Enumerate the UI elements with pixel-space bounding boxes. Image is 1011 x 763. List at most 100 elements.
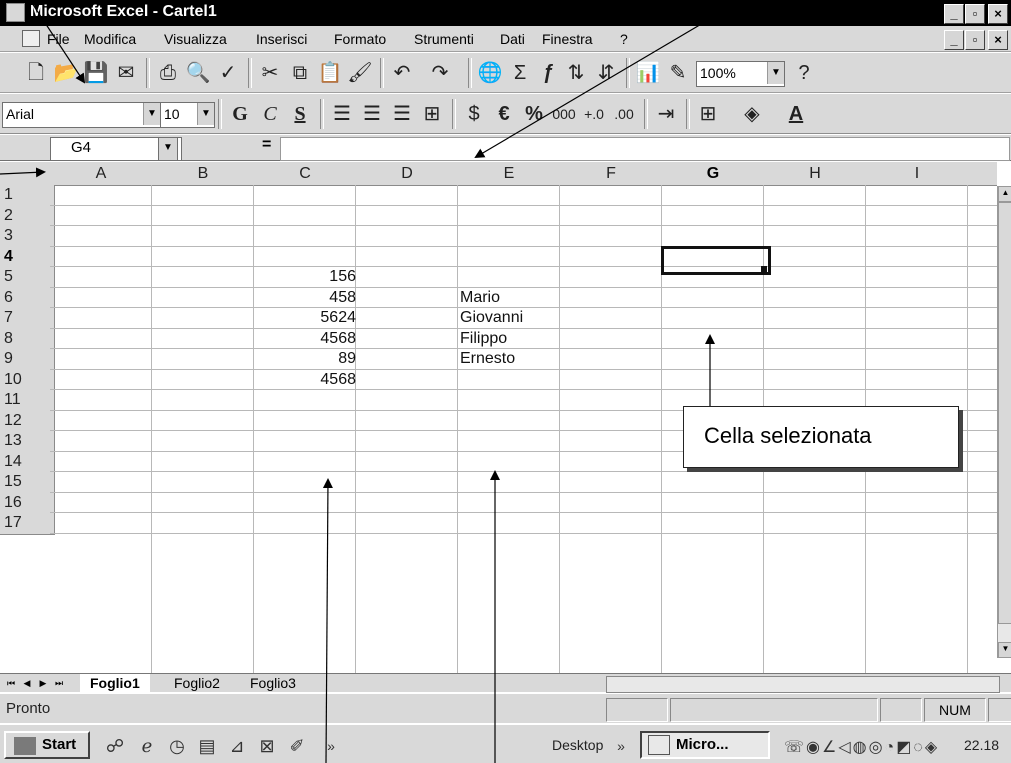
tab-foglio3[interactable]: Foglio3 (240, 674, 306, 692)
formula-equals[interactable]: = (262, 136, 271, 154)
column-header-h[interactable]: H (764, 162, 867, 186)
align-left-icon[interactable]: ☰ (328, 101, 356, 127)
vertical-scrollbar[interactable]: ▲ ▼ (997, 186, 1011, 658)
document-icon[interactable] (22, 30, 40, 47)
close-button[interactable]: × (988, 4, 1008, 24)
spelling-icon[interactable]: ✓ (214, 60, 242, 86)
chart-wizard-icon[interactable]: 📊 (634, 60, 662, 86)
maximize-button[interactable]: ▫ (965, 4, 985, 24)
copy-icon[interactable]: ⧉ (286, 60, 314, 86)
cell-c6[interactable]: 458 (254, 287, 360, 309)
menu-file[interactable]: File (47, 31, 70, 47)
column-header-d[interactable]: D (356, 162, 459, 186)
function-icon[interactable]: ƒ (534, 60, 562, 86)
font-size-select[interactable]: 10 ▼ (160, 102, 215, 128)
row-header-11[interactable]: 11 (0, 390, 55, 412)
menu-dati[interactable]: Dati (500, 31, 525, 47)
system-tray-icons[interactable]: ☏◉∠◁◍◎◔◩◌◈ (784, 737, 954, 757)
sort-desc-icon[interactable]: ⇵ (592, 60, 620, 86)
column-header-c[interactable]: C (254, 162, 357, 186)
column-header-a[interactable]: A (50, 162, 153, 186)
cell-e9[interactable]: Ernesto (460, 348, 562, 370)
cut-icon[interactable]: ✂ (256, 60, 284, 86)
menu-inserisci[interactable]: Inserisci (256, 31, 307, 47)
word-icon[interactable]: ▤ (196, 737, 218, 755)
column-header-i[interactable]: I (866, 162, 969, 186)
column-header-g[interactable]: G (662, 162, 765, 186)
font-select[interactable]: Arial ▼ (2, 102, 161, 128)
desktop-toolbar-label[interactable]: Desktop (552, 737, 603, 753)
more-chevron-icon[interactable]: » (320, 737, 342, 755)
align-right-icon[interactable]: ☰ (388, 101, 416, 127)
row-header-17[interactable]: 17 (0, 513, 55, 535)
row-header-5[interactable]: 5 (0, 267, 55, 289)
first-sheet-icon[interactable]: ⏮ (4, 675, 18, 691)
print-preview-icon[interactable]: 🔍 (184, 60, 212, 86)
cell-e8[interactable]: Filippo (460, 328, 562, 350)
row-header-14[interactable]: 14 (0, 451, 55, 473)
indent-icon[interactable]: ⇥ (652, 101, 680, 127)
scroll-up-icon[interactable]: ▲ (998, 186, 1011, 202)
new-icon[interactable]: 🗋 (22, 60, 50, 86)
increase-decimal-icon[interactable]: +.0 (580, 101, 608, 127)
row-header-6[interactable]: 6 (0, 287, 55, 309)
row-header-4[interactable]: 4 (0, 246, 55, 268)
borders-icon[interactable]: ⊞ (694, 101, 722, 127)
chevron-down-icon[interactable]: ▼ (767, 62, 784, 84)
chevron-down-icon[interactable]: ▼ (197, 103, 214, 125)
menu-help[interactable]: ? (620, 31, 628, 47)
menu-formato[interactable]: Formato (334, 31, 386, 47)
scroll-down-icon[interactable]: ▼ (998, 642, 1011, 658)
doc-minimize-button[interactable]: _ (944, 30, 964, 50)
menu-finestra[interactable]: Finestra (542, 31, 593, 47)
italic-button[interactable]: C (256, 101, 284, 127)
save-icon[interactable]: 💾 (82, 60, 110, 86)
row-header-15[interactable]: 15 (0, 472, 55, 494)
print-icon[interactable]: ⎙ (154, 60, 182, 86)
cell-c7[interactable]: 5624 (254, 307, 360, 329)
undo-icon[interactable]: ↶ (388, 60, 416, 86)
currency-icon[interactable]: $ (460, 101, 488, 127)
formula-input[interactable] (280, 137, 1010, 161)
menu-modifica[interactable]: Modifica (84, 31, 136, 47)
task-excel-button[interactable]: Micro... (640, 731, 770, 759)
select-all-corner[interactable] (0, 162, 51, 186)
row-header-2[interactable]: 2 (0, 205, 55, 227)
percent-button[interactable]: % (520, 101, 548, 127)
cell-c5[interactable]: 156 (254, 266, 360, 288)
thousands-button[interactable]: 000 (550, 101, 578, 127)
sort-asc-icon[interactable]: ⇅ (562, 60, 590, 86)
doc-close-button[interactable]: × (988, 30, 1008, 50)
underline-button[interactable]: S (286, 101, 314, 127)
row-header-7[interactable]: 7 (0, 308, 55, 330)
quicklaunch-icon[interactable]: ☍ (104, 737, 126, 755)
column-header-e[interactable]: E (458, 162, 561, 186)
outlook-icon[interactable]: ◷ (166, 737, 188, 755)
fill-handle[interactable] (761, 266, 767, 272)
open-icon[interactable]: 📂 (52, 60, 80, 86)
row-header-12[interactable]: 12 (0, 410, 55, 432)
font-color-icon[interactable]: A (782, 101, 810, 127)
hyperlink-icon[interactable]: 🌐 (476, 60, 504, 86)
prev-sheet-icon[interactable]: ◀ (20, 675, 34, 691)
minimize-button[interactable]: _ (944, 4, 964, 24)
drawing-icon[interactable]: ✎ (664, 60, 692, 86)
tab-foglio2[interactable]: Foglio2 (164, 674, 230, 692)
excel-icon[interactable]: ⊠ (256, 737, 278, 755)
bold-button[interactable]: G (226, 101, 254, 127)
excel-app-icon[interactable] (6, 3, 25, 22)
menu-strumenti[interactable]: Strumenti (414, 31, 474, 47)
redo-icon[interactable]: ↷ (426, 60, 454, 86)
help-icon[interactable]: ? (790, 60, 818, 86)
column-header-f[interactable]: F (560, 162, 663, 186)
row-header-8[interactable]: 8 (0, 328, 55, 350)
tab-foglio1[interactable]: Foglio1 (80, 674, 150, 692)
column-header-b[interactable]: B (152, 162, 255, 186)
mail-icon[interactable]: ✉ (112, 60, 140, 86)
doc-restore-button[interactable]: ▫ (965, 30, 985, 50)
autosum-icon[interactable]: Σ (506, 60, 534, 86)
cell-c9[interactable]: 89 (254, 348, 360, 370)
cell-c8[interactable]: 4568 (254, 328, 360, 350)
chevron-down-icon[interactable]: ▼ (143, 103, 160, 125)
format-painter-icon[interactable]: 🖌 (346, 60, 374, 86)
